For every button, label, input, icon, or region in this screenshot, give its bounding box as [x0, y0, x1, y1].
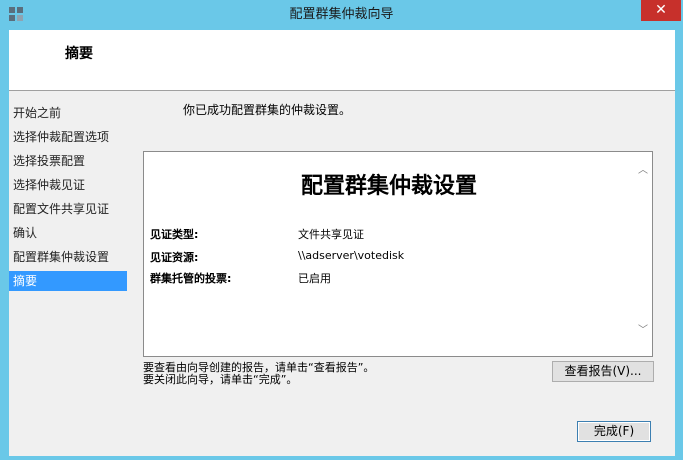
sidebar-item-quorum-witness[interactable]: 选择仲裁见证	[9, 175, 127, 195]
report-row: 见证资源: \\adserver\votedisk	[150, 249, 630, 267]
row-label: 见证资源:	[150, 251, 199, 264]
close-wizard-hint: 要关闭此向导，请单击“完成”。	[143, 373, 298, 386]
wizard-steps-sidebar: 开始之前 选择仲裁配置选项 选择投票配置 选择仲裁见证 配置文件共享见证 确认 …	[9, 91, 130, 456]
sidebar-item-summary[interactable]: 摘要	[9, 271, 127, 291]
close-button[interactable]: ✕	[641, 0, 681, 21]
row-value: \\adserver\votedisk	[298, 249, 405, 262]
content-area: 开始之前 选择仲裁配置选项 选择投票配置 选择仲裁见证 配置文件共享见证 确认 …	[9, 91, 675, 456]
report-title: 配置群集仲裁设置	[300, 174, 477, 199]
title-bar[interactable]: 配置群集仲裁向导 ✕	[0, 0, 683, 30]
close-icon: ✕	[655, 2, 667, 18]
page-title: 摘要	[65, 46, 93, 62]
report-row: 群集托管的投票: 已启用	[150, 270, 630, 288]
window-title: 配置群集仲裁向导	[289, 7, 394, 22]
chevron-down-icon[interactable]: ﹀	[634, 322, 652, 340]
sidebar-item-quorum-option[interactable]: 选择仲裁配置选项	[9, 127, 127, 147]
row-label: 群集托管的投票:	[150, 272, 232, 285]
row-value: 已启用	[298, 272, 331, 285]
main-panel: 你已成功配置群集的仲裁设置。 配置群集仲裁设置 见证类型: 文件共享见证 见证资…	[131, 91, 675, 456]
row-value: 文件共享见证	[298, 228, 364, 241]
sidebar-item-configure-quorum[interactable]: 配置群集仲裁设置	[9, 247, 127, 267]
chevron-up-icon[interactable]: ︿	[634, 162, 652, 180]
success-message: 你已成功配置群集的仲裁设置。	[183, 103, 352, 117]
report-scrollbar[interactable]: ︿ ﹀	[634, 152, 652, 356]
finish-button[interactable]: 完成(F)	[577, 421, 651, 442]
report-row: 见证类型: 文件共享见证	[150, 226, 630, 244]
view-report-button[interactable]: 查看报告(V)...	[552, 361, 654, 382]
wizard-window: 配置群集仲裁向导 ✕ 摘要 开始之前 选择仲裁配置选项 选择投票配置 选择仲裁见…	[0, 0, 683, 460]
row-label: 见证类型:	[150, 228, 199, 241]
header-panel: 摘要	[9, 30, 675, 90]
sidebar-item-confirmation[interactable]: 确认	[9, 223, 127, 243]
report-view[interactable]: 配置群集仲裁设置 见证类型: 文件共享见证 见证资源: \\adserver\v…	[143, 151, 653, 357]
sidebar-item-before-you-begin[interactable]: 开始之前	[9, 103, 127, 123]
sidebar-item-file-share-witness[interactable]: 配置文件共享见证	[9, 199, 127, 219]
sidebar-item-voting-config[interactable]: 选择投票配置	[9, 151, 127, 171]
